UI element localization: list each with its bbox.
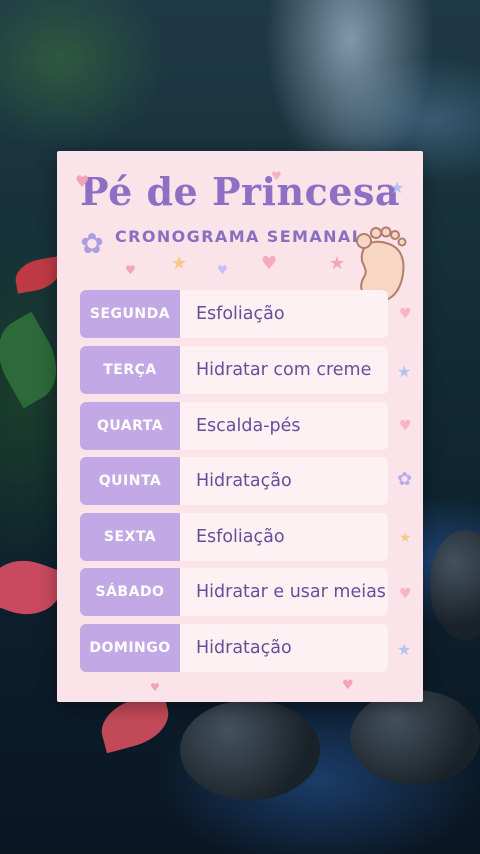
task-label: Esfoliação xyxy=(180,513,388,561)
day-label: SEGUNDA xyxy=(80,290,180,338)
schedule-row-saturday: SÁBADO Hidratar e usar meias xyxy=(80,568,388,616)
river-rock xyxy=(350,690,480,785)
schedule-row-thursday: QUINTA Hidratação xyxy=(80,457,388,505)
task-label: Hidratar e usar meias xyxy=(180,568,388,616)
river-rock xyxy=(180,700,320,800)
flower-icon: ✿ xyxy=(80,227,104,260)
star-icon: ★ xyxy=(171,253,188,274)
star-icon: ★ xyxy=(390,178,405,197)
heart-icon: ♥ xyxy=(399,586,412,602)
schedule-card: Pé de Princesa ✿ CRONOGRAMA SEMANAL ♥ ♥ … xyxy=(57,151,423,702)
star-icon: ★ xyxy=(397,362,412,381)
day-label: SEXTA xyxy=(80,513,180,561)
card-title: Pé de Princesa xyxy=(80,169,400,214)
heart-icon: ♥ xyxy=(271,169,282,183)
schedule-row-sunday: DOMINGO Hidratação xyxy=(80,624,388,672)
heart-icon: ♥ xyxy=(75,172,90,191)
heart-icon: ♥ xyxy=(342,678,354,693)
task-label: Hidratação xyxy=(180,624,388,672)
star-icon: ★ xyxy=(329,253,346,274)
schedule-row-tuesday: TERÇA Hidratar com creme xyxy=(80,346,388,394)
schedule-row-monday: SEGUNDA Esfoliação xyxy=(80,290,388,338)
card-subtitle: CRONOGRAMA SEMANAL xyxy=(115,227,364,246)
schedule-row-friday: SEXTA Esfoliação xyxy=(80,513,388,561)
day-label: QUARTA xyxy=(80,402,180,450)
day-label: TERÇA xyxy=(80,346,180,394)
heart-icon: ♥ xyxy=(217,263,228,277)
day-label: QUINTA xyxy=(80,457,180,505)
task-label: Hidratação xyxy=(180,457,388,505)
schedule-row-wednesday: QUARTA Escalda-pés xyxy=(80,402,388,450)
heart-icon: ♥ xyxy=(261,253,278,274)
task-label: Escalda-pés xyxy=(180,402,388,450)
heart-icon: ♥ xyxy=(150,681,160,694)
heart-icon: ♥ xyxy=(399,418,412,434)
task-label: Hidratar com creme xyxy=(180,346,388,394)
flower-icon: ✿ xyxy=(397,469,413,490)
day-label: SÁBADO xyxy=(80,568,180,616)
star-icon: ★ xyxy=(397,640,412,659)
task-label: Esfoliação xyxy=(180,290,388,338)
star-icon: ★ xyxy=(399,530,412,546)
day-label: DOMINGO xyxy=(80,624,180,672)
heart-icon: ♥ xyxy=(399,306,412,322)
heart-icon: ♥ xyxy=(125,263,136,277)
